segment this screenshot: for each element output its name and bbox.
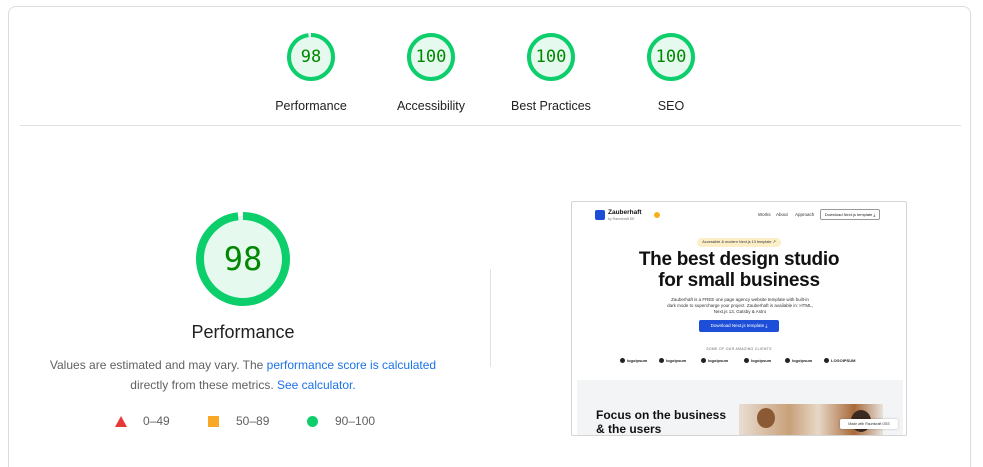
hero-cta-button: Download Next.js template ⤓: [699, 320, 779, 332]
main-gauge-score: 98: [223, 240, 263, 278]
brand-name: Zauberhaft: [608, 209, 642, 216]
client-logo: logoipsum: [620, 358, 647, 363]
hero-subtext: Zauberhaft is a FREE one page agency web…: [667, 297, 813, 314]
sun-icon: [654, 212, 660, 218]
performance-title: Performance: [191, 322, 295, 342]
desc-text: directly from these metrics.: [130, 378, 277, 392]
thumb-nav: Zauberhaft by Raumkraft DE Works About A…: [572, 202, 906, 228]
gauge-label: Accessibility: [396, 99, 466, 113]
hero-line-2: for small business: [658, 270, 820, 291]
brand-logo-icon: [595, 210, 605, 220]
performance-gauge[interactable]: 98 Performance: [251, 32, 371, 113]
see-calculator-link[interactable]: See calculator.: [277, 378, 356, 392]
section-title-line-2: & the users: [596, 422, 662, 436]
legend-range: 90–100: [335, 414, 376, 428]
section-title-line-1: Focus on the business: [596, 408, 727, 422]
seo-gauge[interactable]: 100 SEO: [611, 32, 731, 113]
hero-heading: The best design studio for small busines…: [572, 249, 906, 291]
nav-link-works: Works: [758, 212, 771, 217]
gauge-ring: 100: [406, 32, 456, 82]
performance-description: Values are estimated and may vary. The p…: [33, 355, 453, 395]
summary-gauges-row: 98 Performance 100 Accessibility 100 Bes…: [9, 7, 970, 126]
clients-label: SOME OF OUR AMAZING CLIENTS: [706, 347, 772, 351]
hero-line-1: The best design studio: [638, 249, 840, 270]
client-logo: logoipsum: [785, 358, 812, 363]
nav-download-button: Download Next.js template ⤓: [820, 209, 880, 220]
orange-square-icon: [208, 416, 219, 427]
performance-score-link[interactable]: performance score is calculated: [267, 358, 436, 372]
gauge-label: Performance: [275, 99, 347, 113]
final-screenshot-thumbnail[interactable]: Zauberhaft by Raumkraft DE Works About A…: [571, 201, 907, 436]
legend-range: 50–89: [236, 414, 270, 428]
gauge-ring: 98: [286, 32, 336, 82]
person-1: [757, 408, 775, 428]
accessibility-gauge[interactable]: 100 Accessibility: [371, 32, 491, 113]
gauge-ring: 100: [646, 32, 696, 82]
client-logo: logoipsum: [701, 358, 728, 363]
gauge-label: Best Practices: [511, 99, 591, 113]
desc-text: Values are estimated and may vary. The: [49, 358, 267, 372]
client-logo: logoipsum: [744, 358, 771, 363]
best-practices-gauge[interactable]: 100 Best Practices: [491, 32, 611, 113]
gauge-score: 100: [535, 47, 567, 67]
nav-link-about: About: [776, 212, 788, 217]
made-with-badge: Made with Raumkraft OSS: [840, 419, 898, 429]
client-logo: logoipsum: [659, 358, 686, 363]
section-title: Focus on the business & the users: [596, 408, 727, 436]
performance-main-gauge: 98: [195, 211, 291, 307]
brand-sub: by Raumkraft DE: [608, 217, 635, 221]
legend-range: 0–49: [143, 414, 170, 428]
gauge-score: 98: [300, 47, 322, 67]
gauge-score: 100: [415, 47, 447, 67]
red-triangle-icon: [115, 416, 127, 427]
announcement-pill: Accessible & modern Next.js 13 template …: [697, 238, 781, 247]
gauge-ring: 100: [526, 32, 576, 82]
gauge-label: SEO: [657, 99, 685, 113]
client-logo: LOGOIPSUM: [824, 358, 855, 363]
nav-link-approach: Approach: [795, 212, 815, 217]
vertical-divider: [490, 269, 491, 367]
green-circle-icon: [307, 416, 318, 427]
section-divider: [20, 125, 961, 126]
gauge-score: 100: [655, 47, 687, 67]
lighthouse-report-card: 98 Performance 100 Accessibility 100 Bes…: [8, 6, 971, 467]
